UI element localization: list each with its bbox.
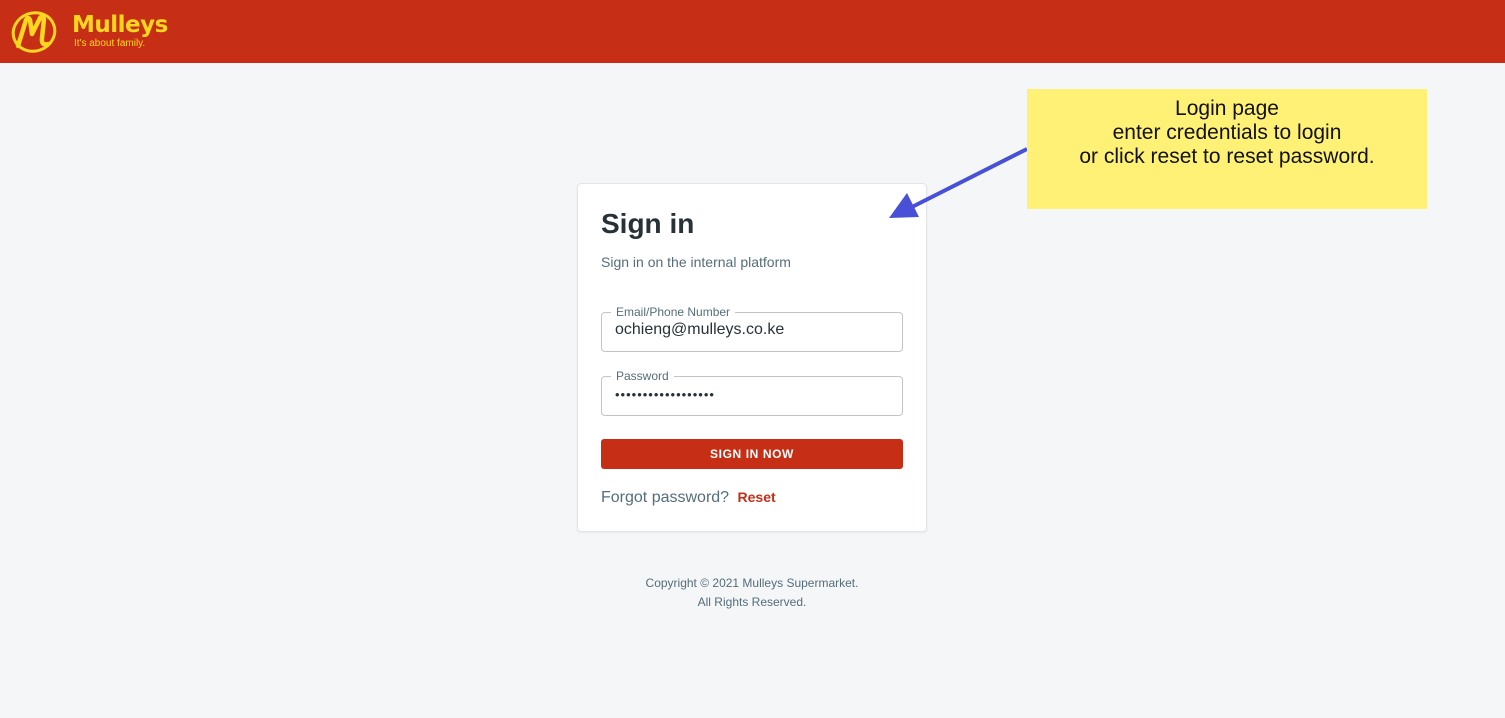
password-field[interactable]: Password bbox=[601, 369, 903, 416]
brand-tagline: It's about family. bbox=[74, 38, 146, 49]
annotation-line-1: Login page bbox=[1175, 97, 1279, 120]
forgot-password-text: Forgot password? bbox=[601, 489, 730, 506]
page-title: Sign in bbox=[601, 208, 695, 239]
annotation-note: Login page enter credentials to login or… bbox=[1027, 89, 1427, 209]
sign-in-button[interactable]: SIGN IN NOW bbox=[601, 439, 903, 469]
email-input[interactable] bbox=[615, 321, 890, 339]
forgot-password-row: Forgot password? Reset bbox=[601, 489, 776, 507]
reset-password-link[interactable]: Reset bbox=[738, 489, 776, 505]
password-field-label: Password bbox=[611, 369, 674, 383]
top-bar: Mulleys It's about family. bbox=[0, 0, 1505, 63]
page-subtitle: Sign in on the internal platform bbox=[601, 254, 791, 270]
annotation-line-2: enter credentials to login bbox=[1112, 121, 1342, 144]
email-field-label: Email/Phone Number bbox=[611, 305, 736, 319]
email-field[interactable]: Email/Phone Number bbox=[601, 305, 903, 352]
brand-logo[interactable]: Mulleys It's about family. bbox=[10, 8, 180, 56]
footer-rights: All Rights Reserved. bbox=[697, 595, 807, 609]
mulleys-m-logo-icon bbox=[11, 11, 57, 53]
brand-name: Mulleys bbox=[72, 12, 168, 38]
login-card: Sign in Sign in on the internal platform… bbox=[577, 183, 927, 532]
footer: Copyright © 2021 Mulleys Supermarket. Al… bbox=[577, 574, 927, 612]
footer-copyright: Copyright © 2021 Mulleys Supermarket. bbox=[645, 576, 859, 590]
password-input[interactable] bbox=[615, 387, 890, 402]
annotation-arrow-icon bbox=[889, 147, 1028, 218]
annotation-line-3: or click reset to reset password. bbox=[1079, 145, 1375, 168]
